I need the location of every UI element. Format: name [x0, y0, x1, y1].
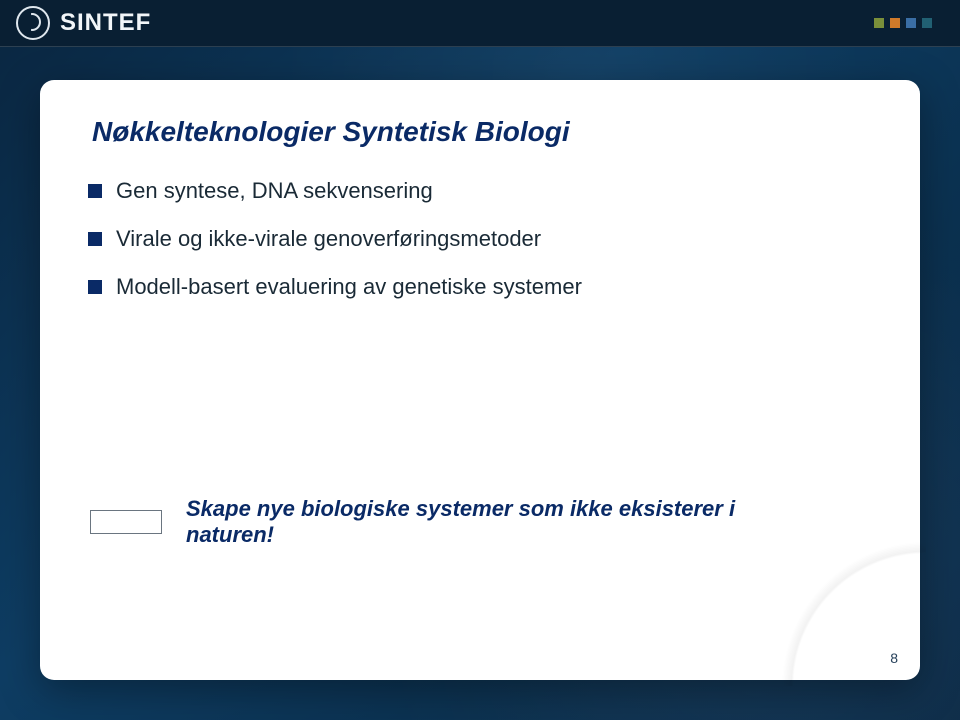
- accent-dot-icon: [890, 18, 900, 28]
- bullet-square-icon: [88, 280, 102, 294]
- accent-dot-icon: [874, 18, 884, 28]
- accent-dot-icon: [906, 18, 916, 28]
- brand-logo-icon: [16, 6, 50, 40]
- brand-name: SINTEF: [60, 9, 151, 37]
- brand: SINTEF: [16, 6, 151, 40]
- accent-dot-icon: [922, 18, 932, 28]
- arrow-box-icon: [90, 510, 162, 534]
- list-item: Virale og ikke-virale genoverføringsmeto…: [116, 226, 868, 252]
- accent-dots: [874, 18, 932, 28]
- list-item-text: Gen syntese, DNA sekvensering: [116, 178, 433, 203]
- list-item: Gen syntese, DNA sekvensering: [116, 178, 868, 204]
- callout-text: Skape nye biologiske systemer som ikke e…: [186, 496, 826, 548]
- callout-row: Skape nye biologiske systemer som ikke e…: [90, 496, 826, 548]
- slide-title: Nøkkelteknologier Syntetisk Biologi: [92, 116, 868, 148]
- bullet-list: Gen syntese, DNA sekvensering Virale og …: [116, 178, 868, 300]
- slide: SINTEF Nøkkelteknologier Syntetisk Biolo…: [0, 0, 960, 720]
- bullet-square-icon: [88, 184, 102, 198]
- list-item: Modell-basert evaluering av genetiske sy…: [116, 274, 868, 300]
- page-number: 8: [890, 650, 898, 666]
- list-item-text: Virale og ikke-virale genoverføringsmeto…: [116, 226, 541, 251]
- top-bar: SINTEF: [0, 0, 960, 47]
- content-card: Nøkkelteknologier Syntetisk Biologi Gen …: [40, 80, 920, 680]
- bullet-square-icon: [88, 232, 102, 246]
- list-item-text: Modell-basert evaluering av genetiske sy…: [116, 274, 582, 299]
